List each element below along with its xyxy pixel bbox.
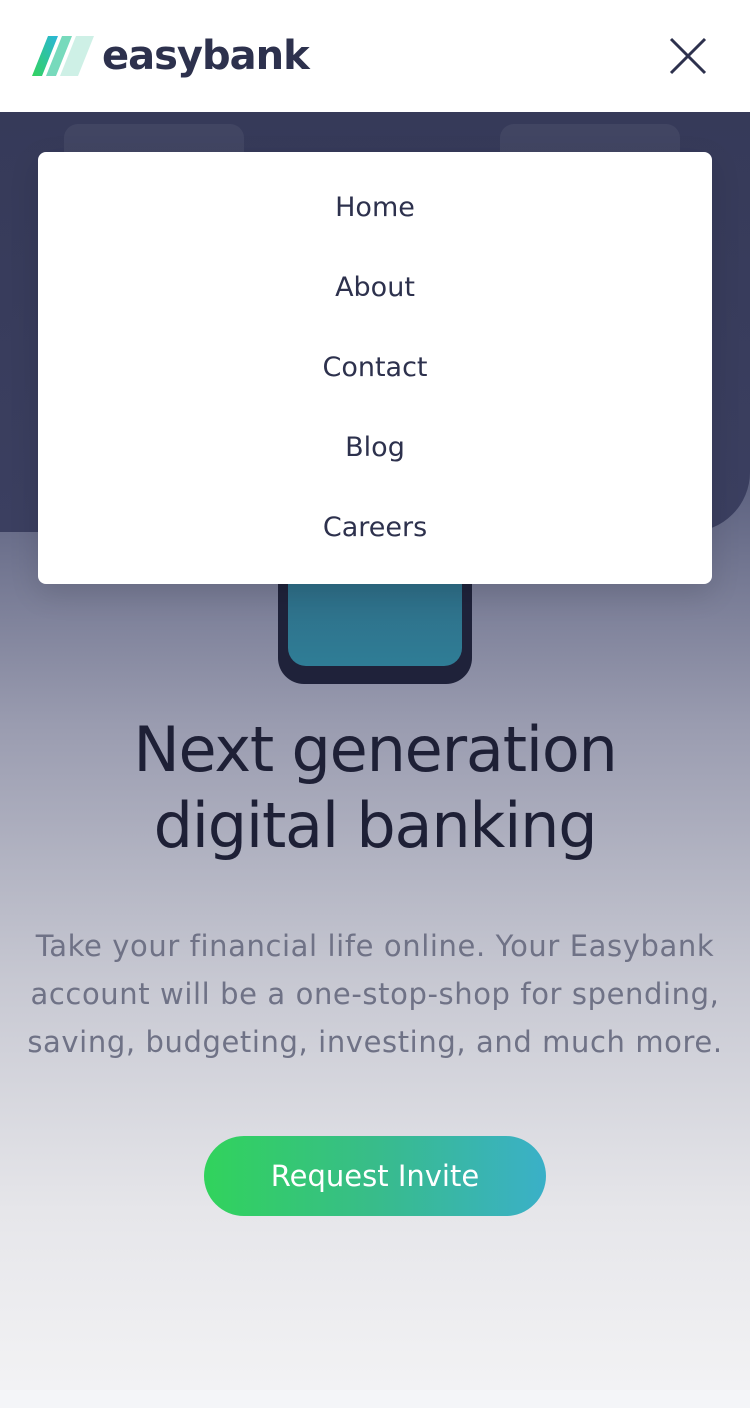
- hero-title-line1: Next generation: [133, 713, 618, 786]
- nav-item-contact: Contact: [38, 344, 712, 424]
- request-invite-button[interactable]: Request Invite: [204, 1136, 546, 1216]
- nav-item-about: About: [38, 264, 712, 344]
- hero-title: Next generation digital banking: [0, 712, 750, 864]
- brand-name: easybank: [102, 33, 310, 79]
- nav-link-careers[interactable]: Careers: [323, 512, 427, 543]
- close-icon[interactable]: [668, 36, 708, 76]
- nav-link-about[interactable]: About: [335, 272, 415, 303]
- nav-link-contact[interactable]: Contact: [322, 352, 427, 383]
- page-bottom-edge: [0, 1390, 750, 1408]
- hero-content: Next generation digital banking Take you…: [0, 712, 750, 1216]
- nav-item-careers: Careers: [38, 504, 712, 584]
- mobile-nav-menu: Home About Contact Blog Careers: [38, 152, 712, 584]
- nav-list: Home About Contact Blog Careers: [38, 184, 712, 584]
- nav-link-home[interactable]: Home: [335, 192, 415, 223]
- hero-title-line2: digital banking: [153, 789, 598, 862]
- brand-logo[interactable]: easybank: [32, 33, 310, 79]
- nav-item-blog: Blog: [38, 424, 712, 504]
- nav-link-blog[interactable]: Blog: [345, 432, 405, 463]
- site-header: easybank: [0, 0, 750, 112]
- nav-item-home: Home: [38, 184, 712, 264]
- hero-description: Take your financial life online. Your Ea…: [27, 929, 723, 1059]
- logo-mark-icon: [32, 36, 94, 76]
